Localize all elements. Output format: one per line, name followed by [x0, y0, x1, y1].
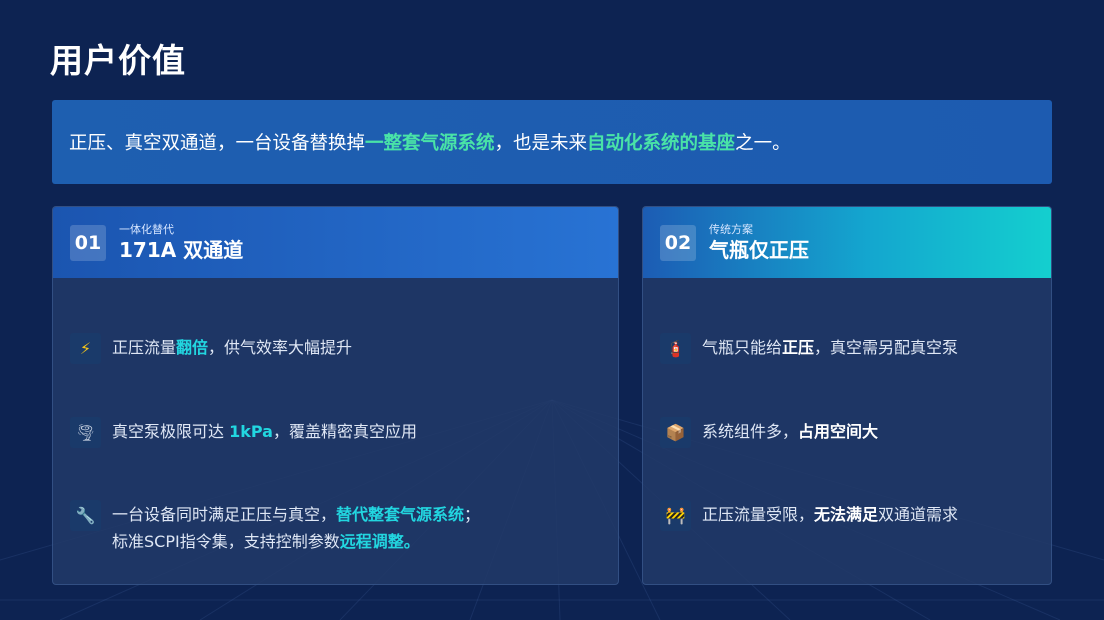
banner-highlight-1: 一整套气源系统	[365, 133, 495, 154]
list-item: 🧯 气瓶只能给正压，真空需另配真空泵	[660, 333, 958, 364]
item-text: 正压流量受限，无法满足双通道需求	[702, 505, 959, 524]
card-heading: 传统方案 气瓶仅正压	[709, 223, 809, 263]
gas-cylinder-icon: 🧯	[660, 333, 691, 364]
item-text: 真空泵极限可达 1kPa，覆盖精密真空应用	[112, 422, 417, 441]
list-item: 🌪 真空泵极限可达 1kPa，覆盖精密真空应用	[70, 417, 417, 448]
banner-highlight-2: 自动化系统的基座	[587, 133, 736, 154]
card-heading: 一体化替代 171A 双通道	[119, 223, 243, 263]
list-item: 🔧 一台设备同时满足正压与真空，替代整套气源系统； 标准SCPI指令集，支持控制…	[70, 500, 480, 555]
banner-text-part3: 之一。	[735, 133, 791, 154]
card-number-badge: 01	[70, 224, 106, 261]
card-title: 171A 双通道	[119, 237, 244, 262]
package-icon: 📦	[660, 417, 691, 448]
item-text: 正压流量翻倍，供气效率大幅提升	[112, 338, 353, 357]
card-title: 气瓶仅正压	[709, 237, 809, 262]
card-header: 01 一体化替代 171A 双通道	[53, 207, 618, 278]
summary-banner: 正压、真空双通道，一台设备替换掉 一整套气源系统 ，也是未来 自动化系统的基座 之一。	[52, 100, 1052, 184]
card-subtitle: 传统方案	[709, 222, 753, 236]
card-subtitle: 一体化替代	[119, 222, 174, 236]
banner-text-part2: ，也是未来	[494, 133, 588, 154]
list-item: ⚡ 正压流量翻倍，供气效率大幅提升	[70, 333, 352, 364]
item-text: 一台设备同时满足正压与真空，替代整套气源系统； 标准SCPI指令集，支持控制参数…	[112, 505, 481, 551]
tornado-icon: 🌪	[70, 417, 101, 448]
page-title: 用户价值	[50, 41, 186, 80]
card-number-badge: 02	[660, 224, 696, 261]
card-integrated-solution: 01 一体化替代 171A 双通道 ⚡ 正压流量翻倍，供气效率大幅提升 🌪 真空…	[52, 206, 619, 585]
construction-barrier-icon: 🚧	[660, 500, 691, 531]
card-traditional-solution: 02 传统方案 气瓶仅正压 🧯 气瓶只能给正压，真空需另配真空泵 📦 系统组件多…	[642, 206, 1052, 585]
wrench-icon: 🔧	[70, 500, 101, 531]
banner-text-part1: 正压、真空双通道，一台设备替换掉	[69, 133, 366, 154]
card-header: 02 传统方案 气瓶仅正压	[643, 207, 1051, 278]
item-text: 系统组件多，占用空间大	[702, 422, 879, 441]
list-item: 🚧 正压流量受限，无法满足双通道需求	[660, 500, 958, 531]
list-item: 📦 系统组件多，占用空间大	[660, 417, 878, 448]
item-text: 气瓶只能给正压，真空需另配真空泵	[702, 338, 959, 357]
lightning-icon: ⚡	[70, 333, 101, 364]
